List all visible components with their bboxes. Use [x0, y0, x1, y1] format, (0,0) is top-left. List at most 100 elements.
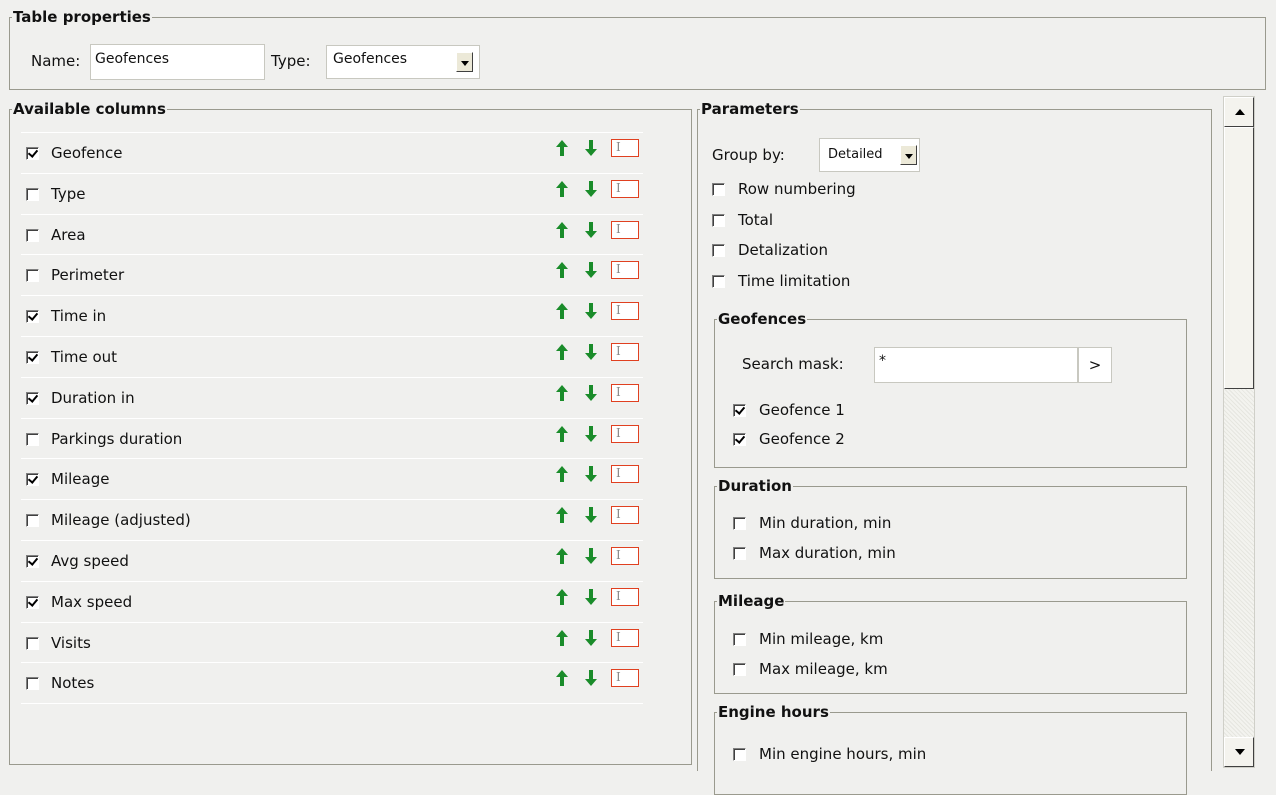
column-label: Area [51, 225, 86, 244]
chevron-down-icon[interactable] [900, 145, 917, 165]
option-checkbox[interactable] [733, 633, 746, 646]
arrow-down-icon[interactable] [585, 262, 597, 279]
column-row: Visits [21, 621, 643, 663]
option-label: Max mileage, km [759, 660, 888, 678]
rename-icon[interactable] [611, 587, 639, 606]
arrow-down-icon[interactable] [585, 384, 597, 401]
column-checkbox[interactable] [26, 391, 39, 405]
group-by-select[interactable]: Detailed [819, 138, 920, 172]
rename-icon[interactable] [611, 261, 639, 280]
type-select[interactable]: Geofences [326, 45, 480, 79]
option-label: Min duration, min [759, 514, 892, 532]
table-properties-legend: Table properties [13, 8, 151, 26]
option-checkbox[interactable] [712, 213, 725, 227]
arrow-down-icon[interactable] [585, 670, 597, 687]
arrow-down-icon[interactable] [585, 507, 597, 524]
rename-icon[interactable] [611, 302, 639, 321]
column-label: Type [51, 184, 86, 203]
arrow-down-icon[interactable] [585, 180, 597, 197]
option-label: Min mileage, km [759, 630, 884, 648]
scroll-up-icon[interactable] [1224, 97, 1254, 127]
arrow-up-icon[interactable] [556, 303, 568, 320]
option-label: Min engine hours, min [759, 745, 927, 763]
arrow-up-icon[interactable] [556, 670, 568, 687]
option-checkbox[interactable] [733, 404, 746, 417]
column-checkbox[interactable] [26, 555, 39, 568]
option-checkbox[interactable] [733, 663, 746, 676]
column-checkbox[interactable] [26, 473, 39, 487]
mileage-legend: Mileage [718, 592, 785, 610]
engine-hours-legend: Engine hours [718, 703, 829, 721]
arrow-up-icon[interactable] [556, 262, 568, 279]
column-row: Perimeter [21, 254, 643, 295]
arrow-up-icon[interactable] [556, 466, 568, 483]
column-checkbox[interactable] [26, 187, 39, 201]
rename-icon[interactable] [611, 343, 639, 361]
vertical-scrollbar[interactable] [1223, 96, 1255, 768]
column-checkbox[interactable] [26, 677, 39, 691]
arrow-down-icon[interactable] [585, 221, 597, 238]
arrow-up-icon[interactable] [556, 425, 568, 442]
group-by-value: Detailed [828, 147, 883, 162]
arrow-down-icon[interactable] [585, 548, 597, 564]
option-label: Detalization [738, 241, 828, 259]
rename-icon[interactable] [611, 220, 639, 239]
arrow-up-icon[interactable] [556, 140, 568, 156]
arrow-up-icon[interactable] [556, 507, 568, 524]
scrollbar-thumb[interactable] [1224, 127, 1254, 389]
scroll-down-icon[interactable] [1224, 737, 1254, 767]
option-label: Total [738, 210, 774, 229]
arrow-up-icon[interactable] [556, 384, 568, 401]
arrow-up-icon[interactable] [556, 221, 568, 238]
option-label: Time limitation [738, 271, 851, 290]
arrow-down-icon[interactable] [585, 425, 597, 442]
chevron-right-icon: > [1088, 356, 1102, 374]
option-label: Geofence 2 [759, 430, 845, 448]
rename-icon[interactable] [611, 547, 639, 565]
arrow-down-icon[interactable] [585, 140, 597, 156]
rename-icon[interactable] [611, 628, 639, 647]
arrow-up-icon[interactable] [556, 629, 568, 646]
rename-icon[interactable] [611, 465, 639, 484]
rename-icon[interactable] [611, 179, 639, 198]
option-checkbox[interactable] [733, 547, 746, 560]
column-row: Notes [21, 662, 643, 703]
column-label: Mileage [51, 470, 110, 489]
option-checkbox[interactable] [733, 433, 746, 446]
search-go-button[interactable]: > [1078, 347, 1112, 383]
column-checkbox[interactable] [26, 432, 39, 446]
column-checkbox[interactable] [26, 514, 39, 528]
search-mask-input[interactable]: * [874, 347, 1078, 383]
duration-legend: Duration [718, 477, 792, 495]
column-checkbox[interactable] [26, 310, 39, 324]
arrow-down-icon[interactable] [585, 303, 597, 320]
rename-icon[interactable] [611, 669, 639, 688]
rename-icon[interactable] [611, 506, 639, 525]
rename-icon[interactable] [611, 139, 639, 157]
name-input[interactable]: Geofences [90, 44, 265, 80]
arrow-down-icon[interactable] [585, 588, 597, 605]
column-checkbox[interactable] [26, 636, 39, 650]
option-checkbox[interactable] [733, 517, 746, 530]
rename-icon[interactable] [611, 424, 639, 443]
column-checkbox[interactable] [26, 351, 39, 364]
arrow-up-icon[interactable] [556, 548, 568, 564]
option-checkbox[interactable] [733, 748, 746, 761]
rename-icon[interactable] [611, 383, 639, 402]
column-checkbox[interactable] [26, 147, 39, 160]
arrow-up-icon[interactable] [556, 344, 568, 360]
type-label: Type: [271, 52, 311, 70]
chevron-down-icon[interactable] [456, 52, 473, 72]
option-checkbox[interactable] [712, 244, 725, 257]
arrow-up-icon[interactable] [556, 588, 568, 605]
arrow-down-icon[interactable] [585, 629, 597, 646]
arrow-up-icon[interactable] [556, 180, 568, 197]
arrow-down-icon[interactable] [585, 466, 597, 483]
column-checkbox[interactable] [26, 269, 39, 283]
column-checkbox[interactable] [26, 595, 39, 609]
column-row: Type [21, 172, 643, 214]
option-checkbox[interactable] [712, 183, 725, 196]
column-checkbox[interactable] [26, 228, 39, 242]
option-checkbox[interactable] [712, 274, 725, 288]
arrow-down-icon[interactable] [585, 344, 597, 360]
